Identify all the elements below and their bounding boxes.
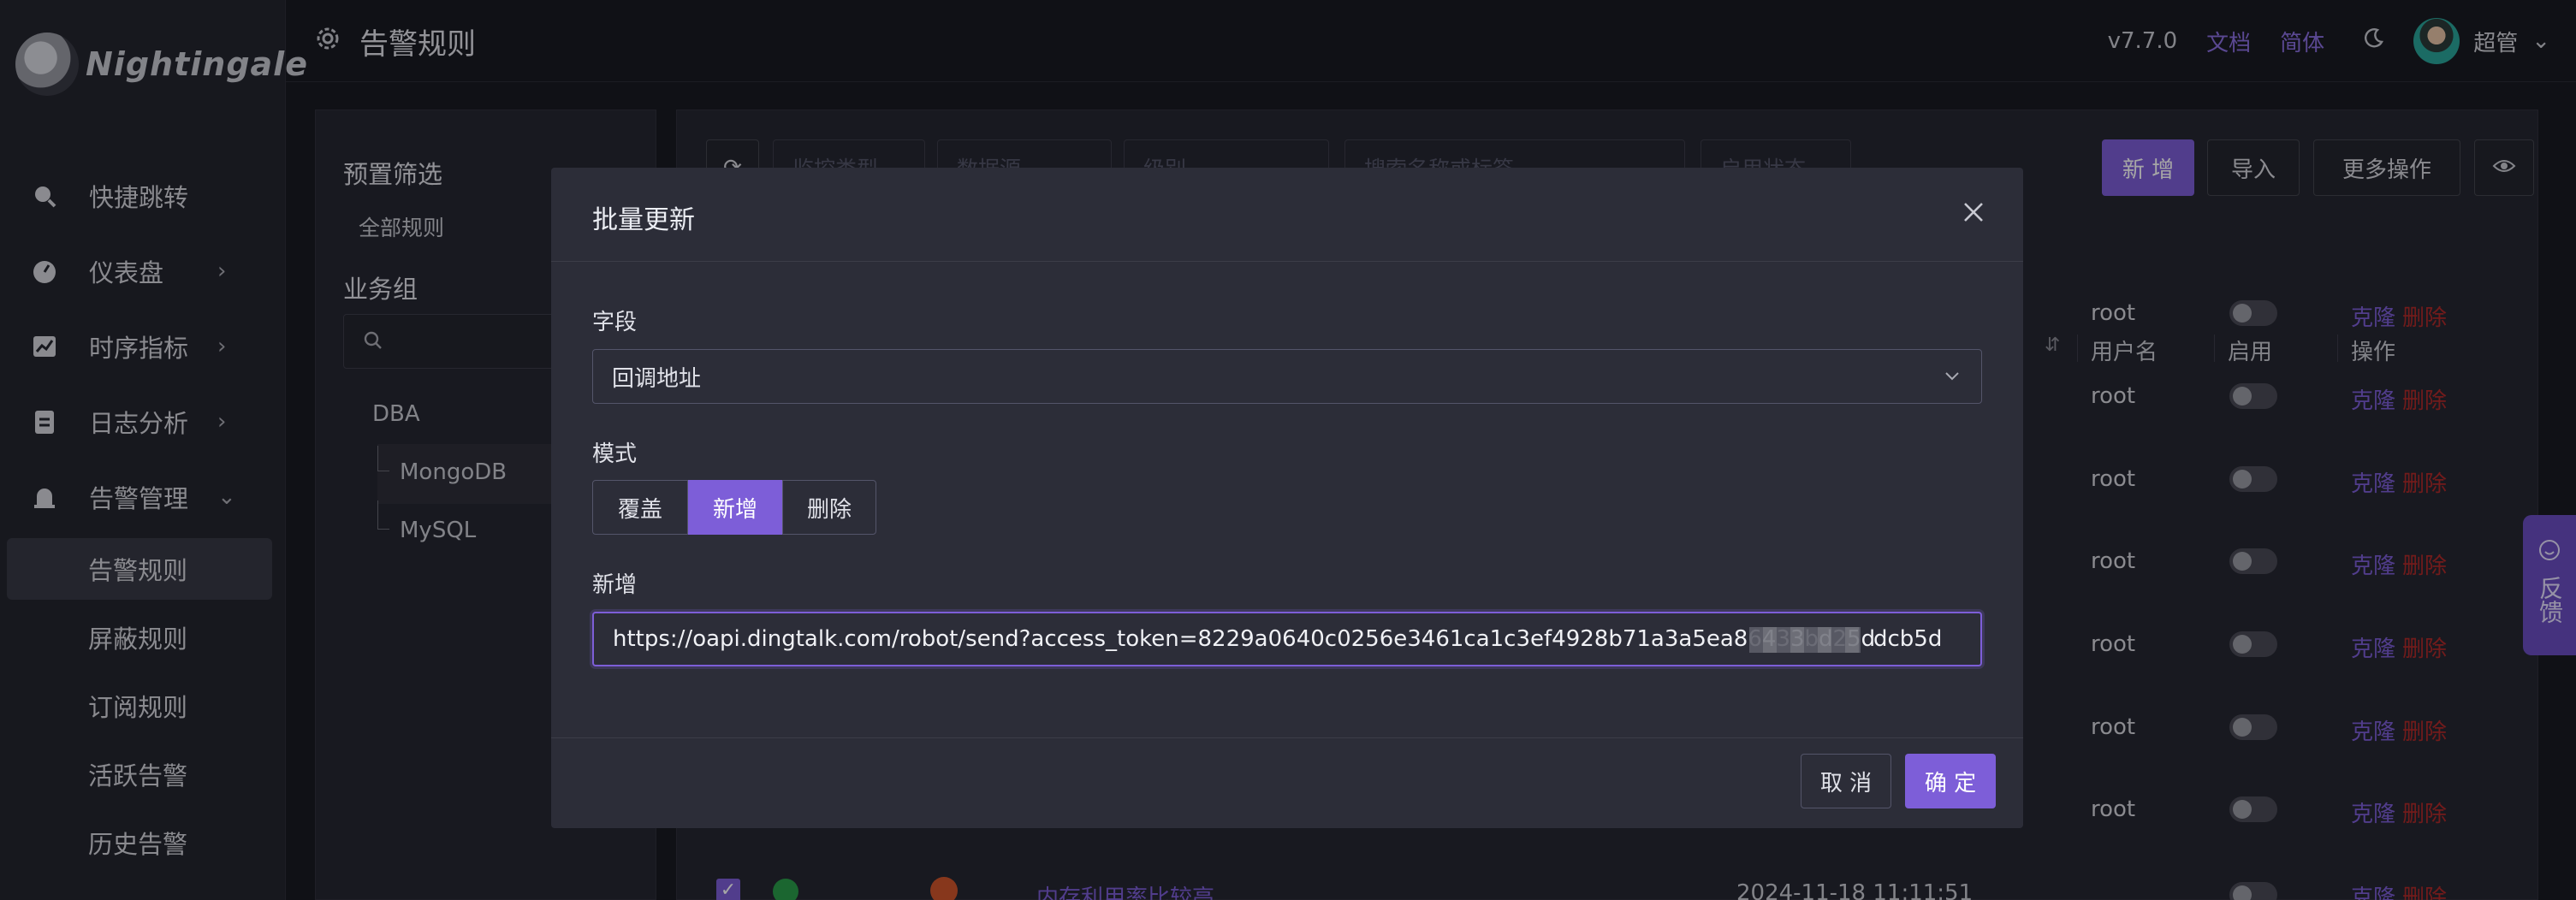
field-label: 字段 <box>592 310 638 335</box>
add-value-label: 新增 <box>592 572 638 598</box>
cancel-button[interactable]: 取 消 <box>1801 754 1891 808</box>
callback-url-input[interactable]: https://oapi.dingtalk.com/robot/send?acc… <box>592 612 1982 666</box>
modal-title: 批量更新 <box>592 205 695 235</box>
batch-update-modal: 批量更新 字段 回调地址 模式 覆盖 新增 删除 新增 https://oapi… <box>551 168 2023 828</box>
field-select[interactable]: 回调地址 <box>592 349 1982 404</box>
field-select-value: 回调地址 <box>612 365 702 392</box>
modal-footer: 取 消 确 定 <box>551 737 2023 828</box>
chevron-down-icon <box>1942 365 1962 392</box>
modal-header: 批量更新 <box>551 168 2023 262</box>
mode-add-button[interactable]: 新增 <box>688 480 782 535</box>
mode-overwrite-button[interactable]: 覆盖 <box>592 480 688 535</box>
mode-delete-button[interactable]: 删除 <box>782 480 876 535</box>
mode-segmented-control: 覆盖 新增 删除 <box>592 480 876 535</box>
redacted-mask <box>1749 627 1861 653</box>
confirm-button[interactable]: 确 定 <box>1905 754 1996 808</box>
callback-url-value: https://oapi.dingtalk.com/robot/send?acc… <box>613 626 1876 652</box>
close-icon[interactable] <box>1962 200 1985 228</box>
mode-label: 模式 <box>592 441 638 467</box>
callback-url-tail: dcb5d <box>1873 626 1943 652</box>
